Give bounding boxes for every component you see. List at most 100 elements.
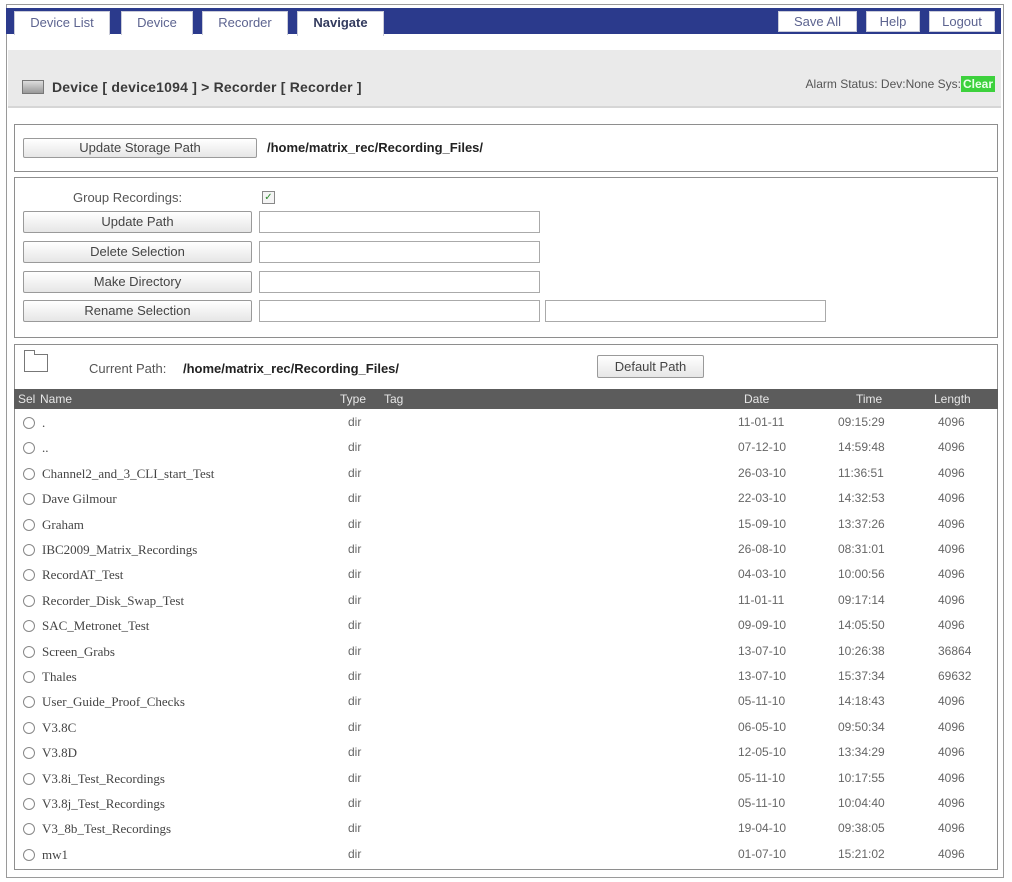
row-select-radio[interactable] [23, 442, 35, 455]
make-directory-input[interactable] [259, 271, 540, 293]
row-date: 22-03-10 [738, 491, 787, 506]
row-type: dir [348, 846, 362, 861]
row-type: dir [348, 796, 362, 810]
column-type[interactable]: Type [340, 392, 366, 406]
row-select-radio[interactable] [23, 721, 35, 734]
rename-from-input[interactable] [259, 300, 540, 322]
table-row[interactable]: User_Guide_Proof_Checks dir 05-11-10 14:18:… [14, 689, 998, 714]
row-time: 09:17:14 [838, 592, 885, 607]
update-path-input[interactable] [259, 211, 540, 233]
row-name[interactable]: V3.8C [42, 720, 76, 736]
row-name[interactable]: Recorder_Disk_Swap_Test [42, 593, 184, 609]
row-name[interactable]: Channel2_and_3_CLI_start_Test [42, 466, 214, 482]
default-path-button[interactable]: Default Path [597, 355, 704, 378]
file-actions-panel: Group Recordings: ✓ Update Path Delete S… [14, 177, 998, 338]
row-length: 4096 [938, 796, 965, 810]
row-select-radio[interactable] [23, 645, 35, 658]
table-row[interactable]: RecordAT_Test dir 04-03-10 10:00:56 4096 [14, 562, 998, 587]
tab-device[interactable]: Device [121, 11, 193, 35]
folder-icon [24, 350, 48, 372]
row-date: 05-11-10 [738, 694, 786, 709]
table-row[interactable]: .. dir 07-12-10 14:59:48 4096 [14, 435, 998, 460]
update-storage-path-button[interactable]: Update Storage Path [23, 138, 257, 158]
logout-button[interactable]: Logout [929, 11, 995, 32]
row-name[interactable]: Screen_Grabs [42, 644, 115, 660]
table-row[interactable]: IBC2009_Matrix_Recordings dir 26-08-10 08:3… [14, 537, 998, 562]
column-time[interactable]: Time [856, 392, 882, 406]
column-name[interactable]: Name [40, 392, 72, 406]
group-recordings-checkbox[interactable]: ✓ [262, 191, 275, 204]
table-row[interactable]: Channel2_and_3_CLI_start_Test dir 26-03-10… [14, 461, 998, 486]
row-select-radio[interactable] [23, 823, 35, 836]
tab-recorder[interactable]: Recorder [202, 11, 288, 35]
table-row[interactable]: mw1 dir 01-07-10 15:21:02 4096 [14, 842, 998, 867]
row-name[interactable]: SAC_Metronet_Test [42, 618, 149, 634]
row-select-radio[interactable] [23, 569, 35, 582]
row-select-radio[interactable] [23, 671, 35, 683]
delete-selection-input[interactable] [259, 241, 540, 263]
row-select-radio[interactable] [23, 493, 35, 506]
row-name[interactable]: . [42, 415, 45, 431]
table-row[interactable]: V3_8b_Test_Recordings dir 19-04-10 09:38:05… [14, 816, 998, 841]
table-row[interactable]: Dave Gilmour dir 22-03-10 14:32:53 4096 [14, 486, 998, 511]
group-recordings-label: Group Recordings: [73, 190, 183, 205]
row-name[interactable]: Thales [42, 669, 77, 685]
row-select-radio[interactable] [23, 696, 35, 709]
table-row[interactable]: Graham dir 15-09-10 13:37:26 4096 [14, 512, 998, 537]
tab-navigate[interactable]: Navigate [297, 11, 384, 36]
row-name[interactable]: RecordAT_Test [42, 567, 123, 583]
row-name[interactable]: V3.8D [42, 745, 77, 761]
table-row[interactable]: V3.8j_Test_Recordings dir 05-11-10 10:04:40… [14, 791, 998, 816]
row-type: dir [348, 618, 362, 633]
row-name[interactable]: mw1 [42, 847, 68, 863]
row-name[interactable]: User_Guide_Proof_Checks [42, 694, 185, 710]
row-name[interactable]: .. [42, 440, 49, 456]
make-directory-button[interactable]: Make Directory [23, 271, 252, 293]
row-time: 11:36:51 [838, 465, 884, 480]
delete-selection-button[interactable]: Delete Selection [23, 241, 252, 263]
table-row[interactable]: V3.8C dir 06-05-10 09:50:34 4096 [14, 715, 998, 740]
row-name[interactable]: V3.8j_Test_Recordings [42, 796, 165, 812]
row-name[interactable]: V3_8b_Test_Recordings [42, 821, 171, 837]
row-select-radio[interactable] [23, 594, 35, 607]
row-select-radio[interactable] [23, 620, 35, 633]
column-date[interactable]: Date [744, 392, 769, 406]
row-time: 15:37:34 [838, 669, 885, 683]
breadcrumb: Device [ device1094 ] > Recorder [ Recor… [52, 79, 362, 95]
storage-path-panel: Update Storage Path /home/matrix_rec/Rec… [14, 124, 998, 172]
row-date: 11-01-11 [738, 415, 785, 429]
tab-device-list[interactable]: Device List [14, 11, 110, 35]
table-row[interactable]: . dir 11-01-11 09:15:29 4096 [14, 410, 998, 435]
row-select-radio[interactable] [23, 544, 35, 556]
row-name[interactable]: Graham [42, 517, 84, 533]
row-name[interactable]: IBC2009_Matrix_Recordings [42, 542, 197, 558]
row-date: 11-01-11 [738, 592, 785, 607]
table-row[interactable]: Recorder_Disk_Swap_Test dir 11-01-11 09:17:… [14, 588, 998, 613]
column-length[interactable]: Length [934, 392, 971, 406]
rename-selection-button[interactable]: Rename Selection [23, 300, 252, 322]
row-date: 26-03-10 [738, 465, 787, 480]
row-select-radio[interactable] [23, 798, 35, 810]
table-row[interactable]: SAC_Metronet_Test dir 09-09-10 14:05:50 4096 [14, 613, 998, 638]
row-name[interactable]: V3.8i_Test_Recordings [42, 771, 165, 787]
row-select-radio[interactable] [23, 467, 35, 480]
alarm-status: Alarm Status: Dev:None Sys: Clear [806, 76, 995, 92]
row-length: 4096 [938, 719, 965, 734]
table-row[interactable]: Screen_Grabs dir 13-07-10 10:26:38 36864 [14, 639, 998, 664]
help-button[interactable]: Help [866, 11, 920, 32]
row-type: dir [348, 821, 362, 836]
row-select-radio[interactable] [23, 417, 35, 429]
update-path-button[interactable]: Update Path [23, 211, 252, 233]
row-select-radio[interactable] [23, 848, 35, 861]
row-select-radio[interactable] [23, 518, 35, 531]
row-type: dir [348, 440, 362, 455]
row-name[interactable]: Dave Gilmour [42, 491, 117, 507]
table-row[interactable]: Thales dir 13-07-10 15:37:34 69632 [14, 664, 998, 689]
column-tag[interactable]: Tag [384, 392, 403, 406]
save-all-button[interactable]: Save All [778, 11, 857, 32]
table-row[interactable]: V3.8D dir 12-05-10 13:34:29 4096 [14, 740, 998, 765]
row-select-radio[interactable] [23, 772, 35, 785]
table-row[interactable]: V3.8i_Test_Recordings dir 05-11-10 10:17:55… [14, 766, 998, 791]
rename-to-input[interactable] [545, 300, 826, 322]
row-select-radio[interactable] [23, 747, 35, 760]
